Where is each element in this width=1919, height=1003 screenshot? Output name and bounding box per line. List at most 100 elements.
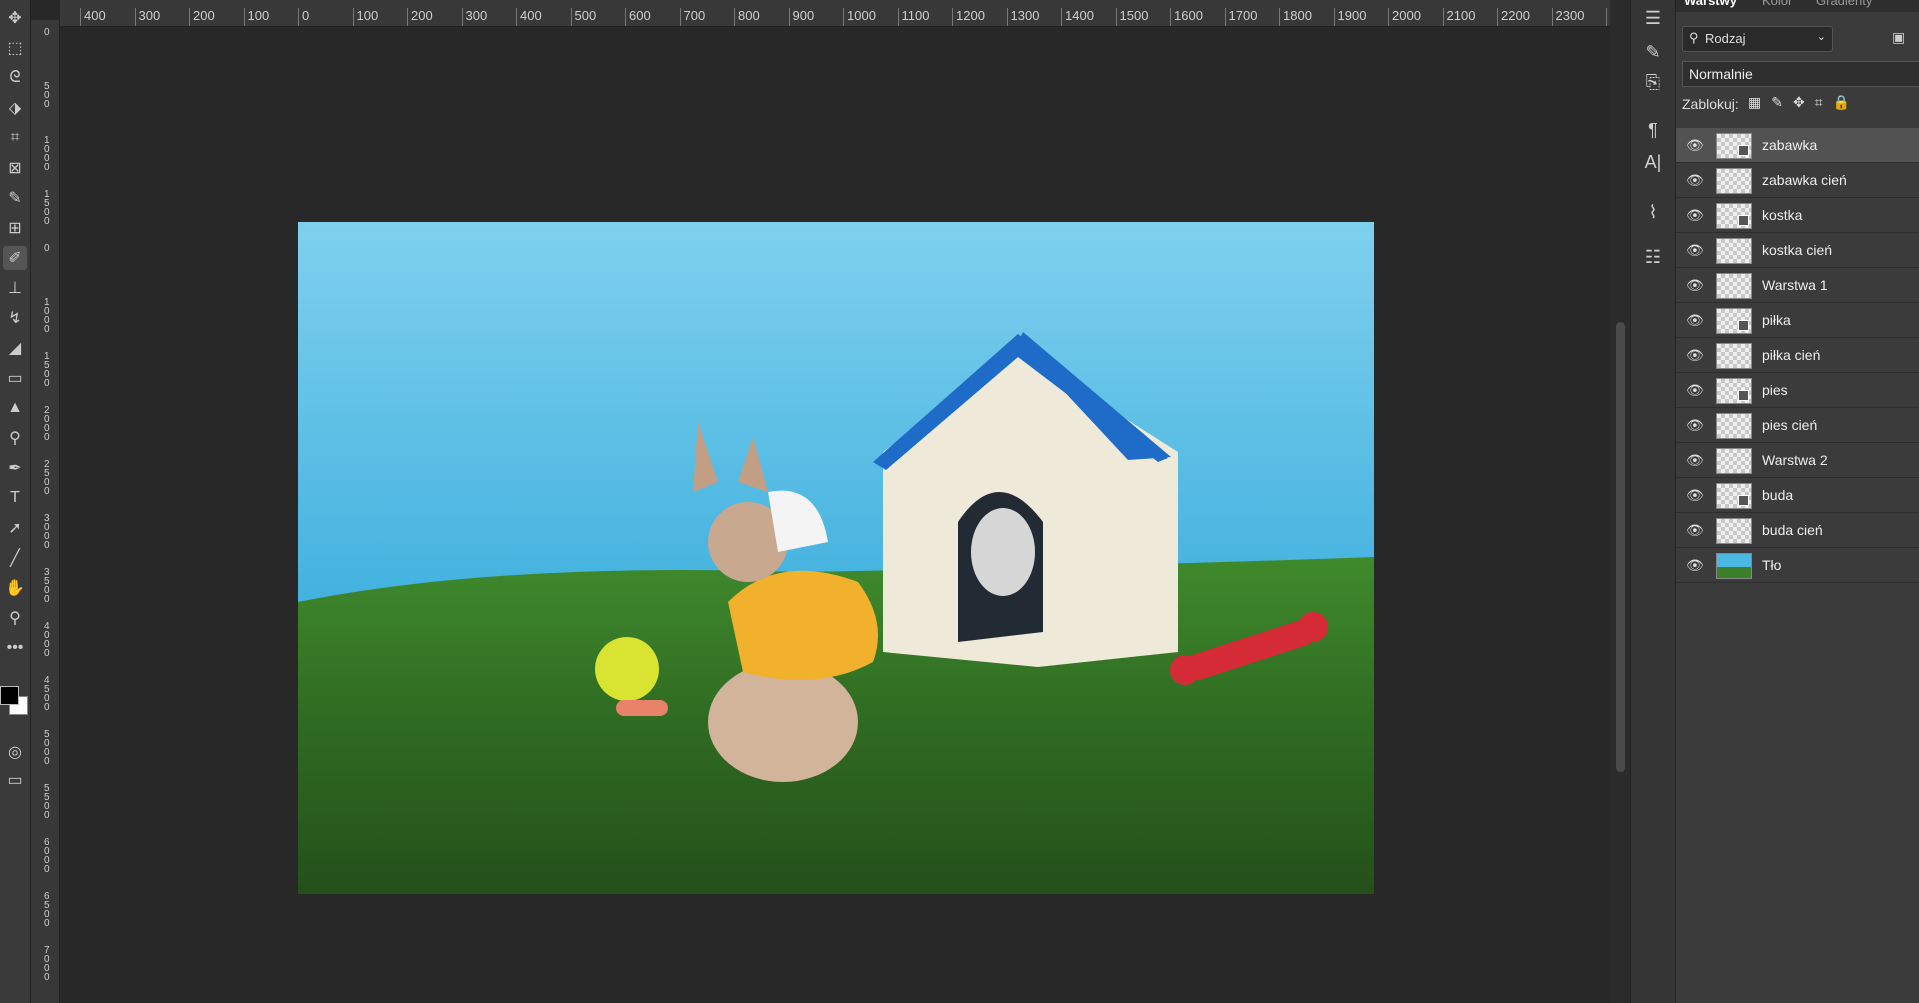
layer-thumbnail: [1716, 238, 1752, 264]
paths-icon[interactable]: ⌇: [1641, 200, 1665, 224]
ruler-left-label: 2000: [44, 405, 50, 443]
panel-icons-column: ☰ ✎ ⎘ ¶ A| ⌇ ☷: [1630, 0, 1676, 1003]
layer-row[interactable]: 👁 piłka cień: [1676, 338, 1919, 373]
filter-toggle-icon[interactable]: ▣: [1892, 29, 1905, 46]
layer-row[interactable]: 👁 Warstwa 2: [1676, 443, 1919, 478]
quick-mask-icon[interactable]: ◎: [3, 740, 27, 764]
visibility-eye-icon[interactable]: 👁: [1686, 172, 1704, 189]
visibility-eye-icon[interactable]: 👁: [1686, 277, 1704, 294]
line-tool-icon[interactable]: ╱: [3, 546, 27, 570]
character-icon[interactable]: A|: [1641, 150, 1665, 174]
ruler-top-label: 600: [625, 8, 651, 26]
visibility-eye-icon[interactable]: 👁: [1686, 137, 1704, 154]
ruler-top-label: 1200: [952, 8, 985, 26]
visibility-eye-icon[interactable]: 👁: [1686, 382, 1704, 399]
lock-icons[interactable]: ▦✎✥⌗🔒: [1748, 94, 1860, 111]
properties-icon[interactable]: ☰: [1641, 6, 1665, 30]
visibility-eye-icon[interactable]: 👁: [1686, 487, 1704, 504]
layer-row[interactable]: 👁 zabawka cień: [1676, 163, 1919, 198]
visibility-eye-icon[interactable]: 👁: [1686, 522, 1704, 539]
patch-tool-icon[interactable]: ⊞: [3, 216, 27, 240]
layer-row[interactable]: 👁 kostka cień: [1676, 233, 1919, 268]
paragraph-icon[interactable]: ¶: [1641, 118, 1665, 142]
eyedropper-tool-icon[interactable]: ✎: [3, 186, 27, 210]
visibility-eye-icon[interactable]: 👁: [1686, 417, 1704, 434]
layer-row[interactable]: 👁 pies cień: [1676, 408, 1919, 443]
layer-row[interactable]: 👁 Warstwa 1: [1676, 268, 1919, 303]
layer-name: piłka cień: [1762, 347, 1821, 363]
ruler-top-label: 1800: [1279, 8, 1312, 26]
marquee-tool-icon[interactable]: ⬚: [3, 36, 27, 60]
ruler-top-label: 1900: [1333, 8, 1366, 26]
zoom-tool-icon[interactable]: ⚲: [3, 606, 27, 630]
layer-row[interactable]: 👁 zabawka: [1676, 128, 1919, 163]
blend-mode-select[interactable]: Normalnie: [1682, 61, 1919, 87]
layer-row[interactable]: 👁 kostka: [1676, 198, 1919, 233]
hand-tool-icon[interactable]: ✋: [3, 576, 27, 600]
history-brush-tool-icon[interactable]: ↯: [3, 306, 27, 330]
layer-name: pies: [1762, 382, 1788, 398]
clone-source-icon[interactable]: ⎘: [1641, 70, 1665, 94]
layer-name: Tło: [1762, 557, 1782, 573]
screen-mode-icon[interactable]: ▭: [3, 768, 27, 792]
path-select-tool-icon[interactable]: ➚: [3, 516, 27, 540]
foreground-color-swatch[interactable]: [0, 686, 19, 705]
horizontal-ruler[interactable]: 400 300 200 100 0 100 200 300 400 500 600 700 800 900…: [60, 0, 1610, 27]
eraser-tool-icon[interactable]: ◢: [3, 336, 27, 360]
scrollbar-thumb[interactable]: [1616, 322, 1625, 772]
pen-tool-icon[interactable]: ✒: [3, 456, 27, 480]
tab-color[interactable]: Kolor: [1762, 0, 1792, 8]
ruler-top-label: 1000: [843, 8, 876, 26]
small-bone-treat: [616, 700, 668, 716]
brush-settings-icon[interactable]: ✎: [1641, 40, 1665, 64]
layer-name: Warstwa 2: [1762, 452, 1828, 468]
layer-row[interactable]: 👁 Tło: [1676, 548, 1919, 583]
ruler-left-label: 5000: [44, 729, 50, 767]
blend-mode-value: Normalnie: [1689, 66, 1753, 82]
tab-gradients[interactable]: Gradienty: [1816, 0, 1872, 8]
ruler-left-label: 4000: [44, 621, 50, 659]
visibility-eye-icon[interactable]: 👁: [1686, 347, 1704, 364]
layer-row[interactable]: 👁 buda cień: [1676, 513, 1919, 548]
stamp-tool-icon[interactable]: ⊥: [3, 276, 27, 300]
object-select-tool-icon[interactable]: ⬗: [3, 96, 27, 120]
vertical-ruler[interactable]: 0 500 1000 1500 0 1000 1500 2000 2500 3000 3500 400…: [31, 20, 60, 1003]
visibility-eye-icon[interactable]: 👁: [1686, 207, 1704, 224]
layer-row[interactable]: 👁 piłka: [1676, 303, 1919, 338]
brush-tool-icon[interactable]: ✐: [3, 246, 27, 270]
visibility-eye-icon[interactable]: 👁: [1686, 557, 1704, 574]
ruler-top-label: 400: [80, 8, 106, 26]
crop-tool-icon[interactable]: ⌗: [3, 126, 27, 150]
smart-object-icon: [1738, 390, 1749, 401]
ruler-left-label: 3000: [44, 513, 50, 551]
frame-tool-icon[interactable]: ⊠: [3, 156, 27, 180]
visibility-eye-icon[interactable]: 👁: [1686, 452, 1704, 469]
layer-row[interactable]: 👁 pies: [1676, 373, 1919, 408]
tab-layers[interactable]: Warstwy: [1684, 0, 1737, 8]
ruler-top-label: 1700: [1224, 8, 1257, 26]
layer-row[interactable]: 👁 buda: [1676, 478, 1919, 513]
vertical-scrollbar[interactable]: [1610, 0, 1630, 1003]
visibility-eye-icon[interactable]: 👁: [1686, 312, 1704, 329]
move-tool-icon[interactable]: ✥: [3, 6, 27, 30]
ruler-top-label: 1400: [1061, 8, 1094, 26]
dodge-tool-icon[interactable]: ⚲: [3, 426, 27, 450]
layer-thumbnail: [1716, 378, 1752, 404]
ruler-left-label: 5500: [44, 783, 50, 821]
ruler-top-label: 2200: [1497, 8, 1530, 26]
layer-thumbnail: [1716, 273, 1752, 299]
type-tool-icon[interactable]: T: [3, 486, 27, 510]
ruler-top-label: 800: [734, 8, 760, 26]
ruler-top-label: 1100: [897, 8, 929, 26]
adjustments-icon[interactable]: ☷: [1641, 245, 1665, 269]
document-image[interactable]: [298, 222, 1374, 894]
ruler-left-label: 6000: [44, 837, 50, 875]
more-tools-icon[interactable]: •••: [3, 636, 27, 660]
layer-thumbnail: [1716, 308, 1752, 334]
lasso-tool-icon[interactable]: ᘓ: [3, 66, 27, 90]
layers-panel: Warstwy Kolor Gradienty ⚲ Rodzaj ⌄ ▣ Nor…: [1676, 0, 1919, 1003]
blur-tool-icon[interactable]: ▲: [3, 396, 27, 420]
gradient-tool-icon[interactable]: ▭: [3, 366, 27, 390]
visibility-eye-icon[interactable]: 👁: [1686, 242, 1704, 259]
layer-filter-select[interactable]: ⚲ Rodzaj ⌄: [1682, 26, 1833, 52]
